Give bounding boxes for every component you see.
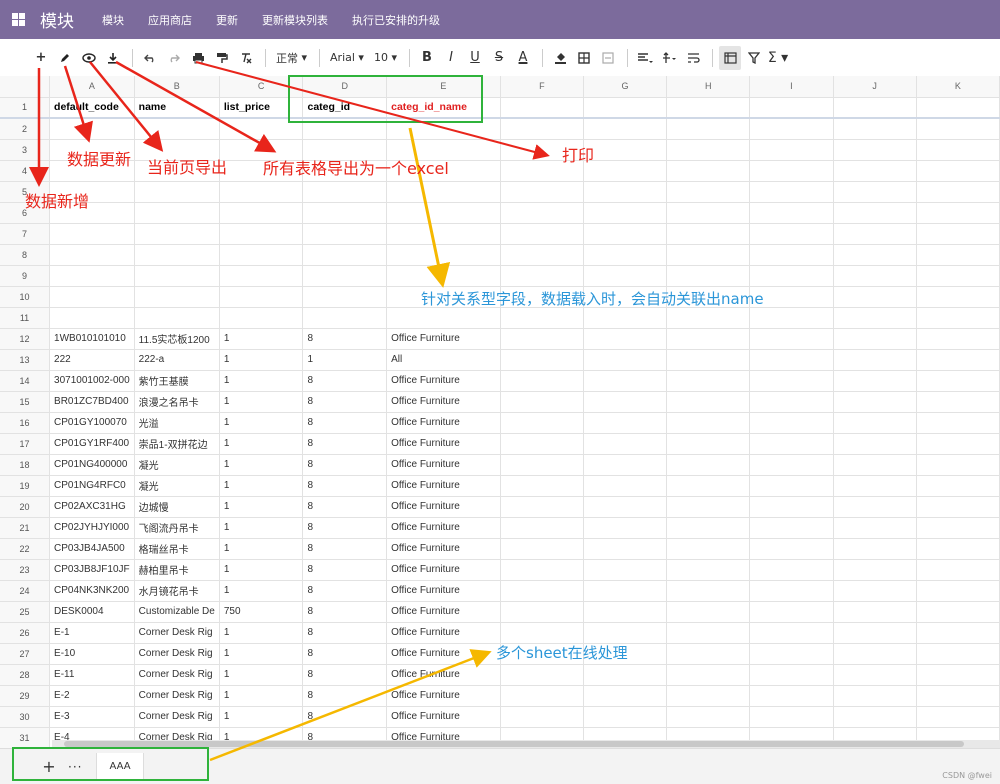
annotation-update: 数据更新	[67, 150, 132, 169]
arrow-export-page	[89, 61, 164, 152]
arrow-multi-sheet	[209, 649, 492, 762]
annotation-print: 打印	[562, 146, 595, 165]
arrow-update	[63, 65, 93, 143]
annotation-export-page: 当前页导出	[147, 158, 228, 177]
annotation-export-all: 所有表格导出为一个excel	[263, 159, 449, 178]
annotation-add: 数据新增	[25, 192, 90, 211]
arrow-print	[195, 61, 550, 160]
annotation-multi-sheet: 多个sheet在线处理	[496, 644, 628, 662]
annotation-relation: 针对关系型字段，数据载入时，会自动关联出name	[421, 290, 764, 308]
annotation-arrows	[29, 60, 550, 762]
arrow-relation	[408, 127, 451, 288]
